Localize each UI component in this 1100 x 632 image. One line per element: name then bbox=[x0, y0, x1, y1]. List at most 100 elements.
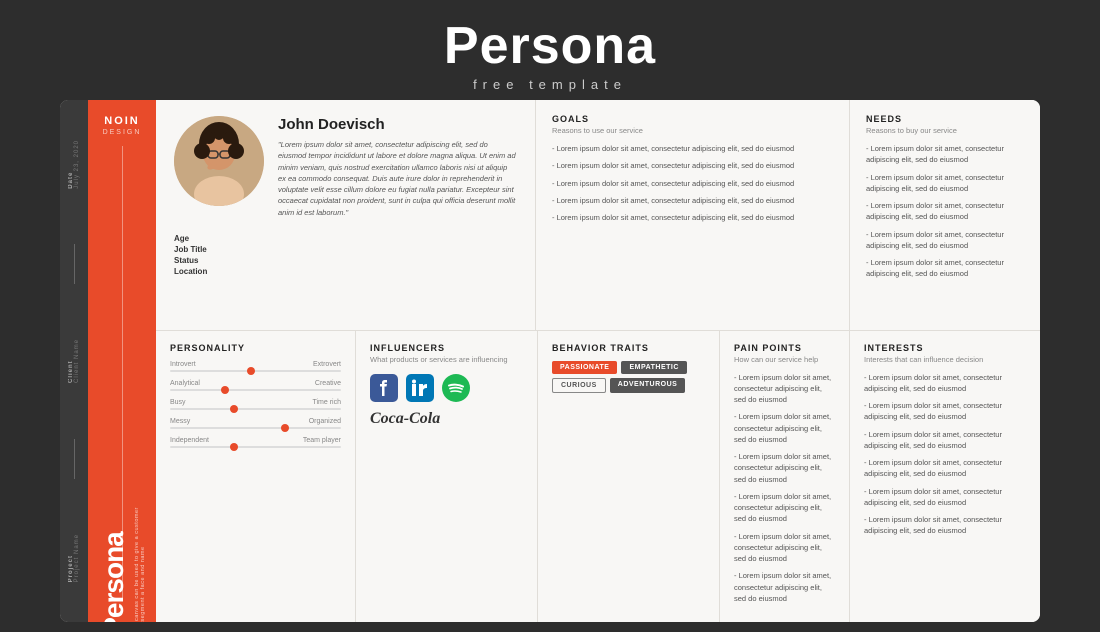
pain-item-4: - Lorem ipsum dolor sit amet, consectetu… bbox=[734, 491, 835, 525]
trait-passionate: PASSIONATE bbox=[552, 361, 617, 374]
interest-item-5: - Lorem ipsum dolor sit amet, consectetu… bbox=[864, 486, 1026, 509]
slider-analytical: Analytical Creative bbox=[170, 380, 341, 391]
interests-subtitle: Interests that can influence decision bbox=[864, 355, 1026, 364]
pain-points-section: PAIN POINTS How can our service help - L… bbox=[720, 331, 850, 623]
interests-section: INTERESTS Interests that can influence d… bbox=[850, 331, 1040, 623]
sliders-container: Introvert Extrovert Analytical Creative bbox=[170, 361, 341, 448]
slider-messy-track bbox=[170, 427, 341, 429]
date-label: Date July 23, 2020 bbox=[68, 140, 80, 189]
trait-adventurous: ADVENTUROUS bbox=[610, 378, 686, 393]
slider-introvert: Introvert Extrovert bbox=[170, 361, 341, 372]
goals-title: GOALS bbox=[552, 114, 833, 124]
spotify-icon bbox=[442, 374, 470, 402]
project-label: Project Project Name bbox=[68, 534, 80, 582]
goals-item-2: - Lorem ipsum dolor sit amet, consectetu… bbox=[552, 160, 833, 171]
top-row: John Doevisch "Lorem ipsum dolor sit ame… bbox=[156, 100, 1040, 330]
age-label: Age bbox=[174, 234, 224, 243]
brand-sub: DESIGN bbox=[103, 129, 142, 136]
slider-busy-track bbox=[170, 408, 341, 410]
slider-independent-track bbox=[170, 446, 341, 448]
behavior-section: BEHAVIOR TRAITS PASSIONATE EMPATHETIC CU… bbox=[538, 331, 720, 623]
slider-introvert-labels: Introvert Extrovert bbox=[170, 361, 341, 368]
page-header: Persona free template bbox=[444, 0, 656, 100]
profile-details: Age Job Title Status Location bbox=[174, 234, 517, 276]
goals-item-5: - Lorem ipsum dolor sit amet, consectetu… bbox=[552, 212, 833, 223]
behavior-title: BEHAVIOR TRAITS bbox=[552, 343, 705, 353]
slider-independent: Independent Team player bbox=[170, 437, 341, 448]
interest-item-1: - Lorem ipsum dolor sit amet, consectetu… bbox=[864, 372, 1026, 395]
left-sidebar: NOIN DESIGN Persona This persona canvas … bbox=[88, 100, 156, 622]
slider-introvert-dot bbox=[247, 367, 255, 375]
outer-left-strip: Date July 23, 2020 Client Client Name Pr… bbox=[60, 100, 88, 622]
goals-item-3: - Lorem ipsum dolor sit amet, consectetu… bbox=[552, 178, 833, 189]
interest-item-6: - Lorem ipsum dolor sit amet, consectetu… bbox=[864, 514, 1026, 537]
slider-introvert-track bbox=[170, 370, 341, 372]
profile-detail-age: Age bbox=[174, 234, 517, 243]
profile-detail-job: Job Title bbox=[174, 245, 517, 254]
needs-item-4: - Lorem ipsum dolor sit amet, consectetu… bbox=[866, 229, 1024, 252]
goals-subtitle: Reasons to use our service bbox=[552, 126, 833, 135]
facebook-icon bbox=[370, 374, 398, 402]
location-label: Location bbox=[174, 267, 224, 276]
trait-tags-container: PASSIONATE EMPATHETIC CURIOUS ADVENTUROU… bbox=[552, 361, 705, 393]
main-card: Date July 23, 2020 Client Client Name Pr… bbox=[60, 100, 1040, 622]
divider-line bbox=[74, 244, 75, 284]
interests-title: INTERESTS bbox=[864, 343, 1026, 353]
pain-item-5: - Lorem ipsum dolor sit amet, consectetu… bbox=[734, 531, 835, 565]
pain-item-1: - Lorem ipsum dolor sit amet, consectetu… bbox=[734, 372, 835, 406]
linkedin-icon bbox=[406, 374, 434, 402]
slider-independent-labels: Independent Team player bbox=[170, 437, 341, 444]
interest-item-2: - Lorem ipsum dolor sit amet, consectetu… bbox=[864, 400, 1026, 423]
profile-detail-location: Location bbox=[174, 267, 517, 276]
page-title: Persona bbox=[444, 18, 656, 75]
needs-subtitle: Reasons to buy our service bbox=[866, 126, 1024, 135]
client-label: Client Client Name bbox=[68, 339, 80, 383]
page-subtitle: free template bbox=[444, 77, 656, 92]
goals-item-4: - Lorem ipsum dolor sit amet, consectetu… bbox=[552, 195, 833, 206]
profile-quote: "Lorem ipsum dolor sit amet, consectetur… bbox=[278, 139, 517, 218]
slider-busy-labels: Busy Time rich bbox=[170, 399, 341, 406]
goals-section: GOALS Reasons to use our service - Lorem… bbox=[536, 100, 850, 329]
trait-curious: CURIOUS bbox=[552, 378, 606, 393]
trait-empathetic: EMPATHETIC bbox=[621, 361, 686, 374]
slider-messy-labels: Messy Organized bbox=[170, 418, 341, 425]
job-label: Job Title bbox=[174, 245, 224, 254]
profile-top: John Doevisch "Lorem ipsum dolor sit ame… bbox=[174, 116, 517, 218]
influencers-title: INFLUENCERS bbox=[370, 343, 523, 353]
goals-item-1: - Lorem ipsum dolor sit amet, consectetu… bbox=[552, 143, 833, 154]
slider-busy-dot bbox=[230, 405, 238, 413]
personality-section: PERSONALITY Introvert Extrovert bbox=[156, 331, 356, 623]
slider-analytical-track bbox=[170, 389, 341, 391]
content-area: John Doevisch "Lorem ipsum dolor sit ame… bbox=[156, 100, 1040, 622]
needs-item-5: - Lorem ipsum dolor sit amet, consectetu… bbox=[866, 257, 1024, 280]
coca-cola-icon: Coca-Cola bbox=[370, 410, 440, 428]
slider-messy: Messy Organized bbox=[170, 418, 341, 429]
bottom-row: PERSONALITY Introvert Extrovert bbox=[156, 331, 1040, 623]
personality-title: PERSONALITY bbox=[170, 343, 341, 353]
avatar bbox=[174, 116, 264, 206]
pain-item-2: - Lorem ipsum dolor sit amet, consectetu… bbox=[734, 411, 835, 445]
profile-right: John Doevisch "Lorem ipsum dolor sit ame… bbox=[278, 116, 517, 218]
status-label: Status bbox=[174, 256, 224, 265]
slider-busy: Busy Time rich bbox=[170, 399, 341, 410]
needs-title: NEEDS bbox=[866, 114, 1024, 124]
persona-description: This persona canvas can be used to give … bbox=[134, 504, 146, 622]
pain-item-3: - Lorem ipsum dolor sit amet, consectetu… bbox=[734, 451, 835, 485]
profile-section: John Doevisch "Lorem ipsum dolor sit ame… bbox=[156, 100, 536, 329]
needs-item-3: - Lorem ipsum dolor sit amet, consectetu… bbox=[866, 200, 1024, 223]
profile-detail-status: Status bbox=[174, 256, 517, 265]
pain-points-title: PAIN POINTS bbox=[734, 343, 835, 353]
interest-item-4: - Lorem ipsum dolor sit amet, consectetu… bbox=[864, 457, 1026, 480]
needs-item-1: - Lorem ipsum dolor sit amet, consectetu… bbox=[866, 143, 1024, 166]
slider-analytical-labels: Analytical Creative bbox=[170, 380, 341, 387]
influencers-section: INFLUENCERS What products or services ar… bbox=[356, 331, 538, 623]
interest-item-3: - Lorem ipsum dolor sit amet, consectetu… bbox=[864, 429, 1026, 452]
profile-name: John Doevisch bbox=[278, 116, 517, 133]
slider-messy-dot bbox=[281, 424, 289, 432]
slider-analytical-dot bbox=[221, 386, 229, 394]
brand-icons-container: Coca-Cola bbox=[370, 374, 523, 428]
brand-name: NOIN bbox=[104, 114, 140, 128]
needs-section: NEEDS Reasons to buy our service - Lorem… bbox=[850, 100, 1040, 329]
divider-line-2 bbox=[74, 439, 75, 479]
needs-item-2: - Lorem ipsum dolor sit amet, consectetu… bbox=[866, 172, 1024, 195]
